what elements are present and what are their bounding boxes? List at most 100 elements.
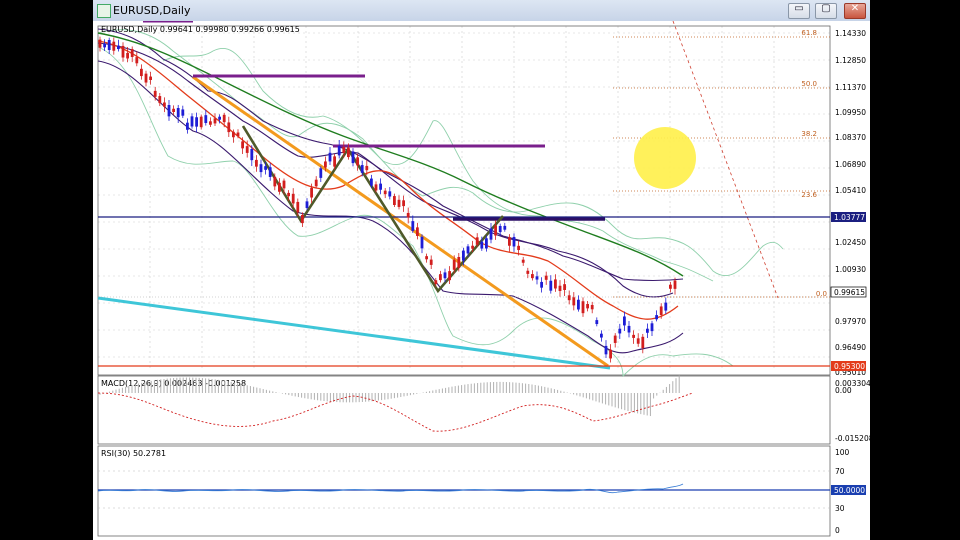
price-tick: 1.08370 [835, 133, 866, 142]
candle-body [485, 238, 488, 249]
candle-body [337, 145, 341, 156]
price-tick: 1.11370 [835, 83, 866, 92]
maximize-button[interactable]: ▢ [815, 3, 837, 19]
candle-body [480, 241, 484, 249]
candle-body [278, 182, 281, 192]
price-tick: 1.12850 [835, 56, 866, 65]
support-price-tag-text: 0.95300 [834, 362, 865, 371]
candle-body [448, 271, 451, 281]
candle-body [475, 237, 479, 245]
candle-body [245, 146, 249, 153]
candle-body [112, 41, 116, 51]
candle-body [494, 225, 497, 236]
candle-body [503, 225, 507, 230]
candle-body [213, 118, 217, 124]
price-tick: 1.00930 [835, 265, 866, 274]
macd-tick: 0.00 [835, 386, 852, 395]
price-tick: 1.06890 [835, 160, 866, 169]
candle-body [176, 108, 180, 118]
candle-body [374, 184, 378, 191]
chart-window-icon [97, 4, 111, 18]
candle-body [379, 183, 382, 190]
candle-body [452, 259, 456, 270]
candle-body [268, 167, 272, 177]
candle-body [117, 45, 120, 50]
close-button[interactable]: ✕ [844, 3, 866, 19]
candle-body [259, 164, 263, 173]
candle-body [273, 176, 277, 187]
candle-body [342, 147, 346, 153]
rsi-label: RSI(30) 50.2781 [101, 449, 166, 458]
candle-body [420, 236, 424, 249]
candle-body [595, 320, 599, 325]
yellow-circle-marker[interactable] [634, 127, 696, 189]
candle-body [204, 115, 208, 123]
candle-body [347, 147, 350, 158]
candle-body [130, 49, 134, 57]
candle-body [103, 43, 106, 48]
candle-body [471, 245, 474, 249]
candle-body [310, 187, 313, 198]
rsi-tick: 30 [835, 504, 845, 513]
candle-body [199, 116, 203, 128]
candle-body [232, 131, 235, 138]
candle-body [632, 334, 635, 338]
candle-body [457, 257, 461, 268]
candle-body [521, 259, 525, 263]
candle-body [650, 323, 654, 332]
candle-body [581, 301, 585, 314]
candle-body [241, 141, 244, 149]
candle-body [282, 180, 286, 189]
candle-body [498, 225, 502, 233]
candle-body [540, 281, 543, 288]
candle-body [512, 236, 516, 247]
fib-level-382: 38.2 [801, 130, 817, 138]
price-tick: 0.96490 [835, 343, 866, 352]
price-tick: 1.05410 [835, 186, 866, 195]
candle-body [393, 196, 396, 206]
candle-body [531, 274, 534, 279]
candle-body [264, 166, 267, 170]
rsi-tick: 100 [835, 448, 850, 457]
candle-body [305, 201, 309, 209]
candle-body [590, 304, 594, 310]
candle-body [508, 237, 511, 246]
candle-body [577, 299, 580, 310]
candle-body [370, 178, 373, 186]
candle-body [549, 280, 553, 291]
fib-level-236: 23.6 [801, 191, 817, 199]
candle-body [291, 193, 295, 204]
hline-price-tag-text: 1.03777 [834, 213, 865, 222]
candle-body [563, 284, 566, 291]
window-titlebar[interactable]: EURUSD,Daily ▭ ▢ ✕ [93, 0, 870, 22]
candle-body [439, 274, 442, 281]
candle-body [655, 315, 658, 320]
candle-body [526, 270, 530, 274]
candle-body [149, 76, 152, 81]
candle-body [664, 302, 668, 311]
candle-body [365, 165, 369, 171]
chart-canvas[interactable]: 61.8 50.0 38.2 23.6 0.0 EURUSD,Daily 0.9… [93, 21, 870, 540]
candle-body [416, 227, 419, 236]
candle-body [296, 201, 300, 213]
minimize-icon: ▭ [794, 3, 804, 14]
candle-body [627, 325, 631, 333]
candle-body [126, 52, 129, 59]
minimize-button[interactable]: ▭ [788, 3, 810, 19]
candle-body [600, 333, 603, 338]
window-title: EURUSD,Daily [113, 4, 191, 17]
candle-body [209, 121, 212, 125]
candle-body [287, 192, 290, 197]
candle-body [218, 116, 221, 120]
candle-body [328, 152, 332, 162]
candle-body [646, 328, 649, 333]
chart-info-label: EURUSD,Daily 0.99641 0.99980 0.99266 0.9… [101, 25, 300, 34]
candle-body [107, 39, 111, 51]
candle-body [397, 199, 401, 207]
candle-body [572, 297, 576, 306]
price-tick: 1.02450 [835, 238, 866, 247]
candle-body [517, 245, 520, 251]
candle-body [144, 73, 148, 83]
candle-body [535, 276, 539, 280]
candle-body [636, 338, 640, 344]
